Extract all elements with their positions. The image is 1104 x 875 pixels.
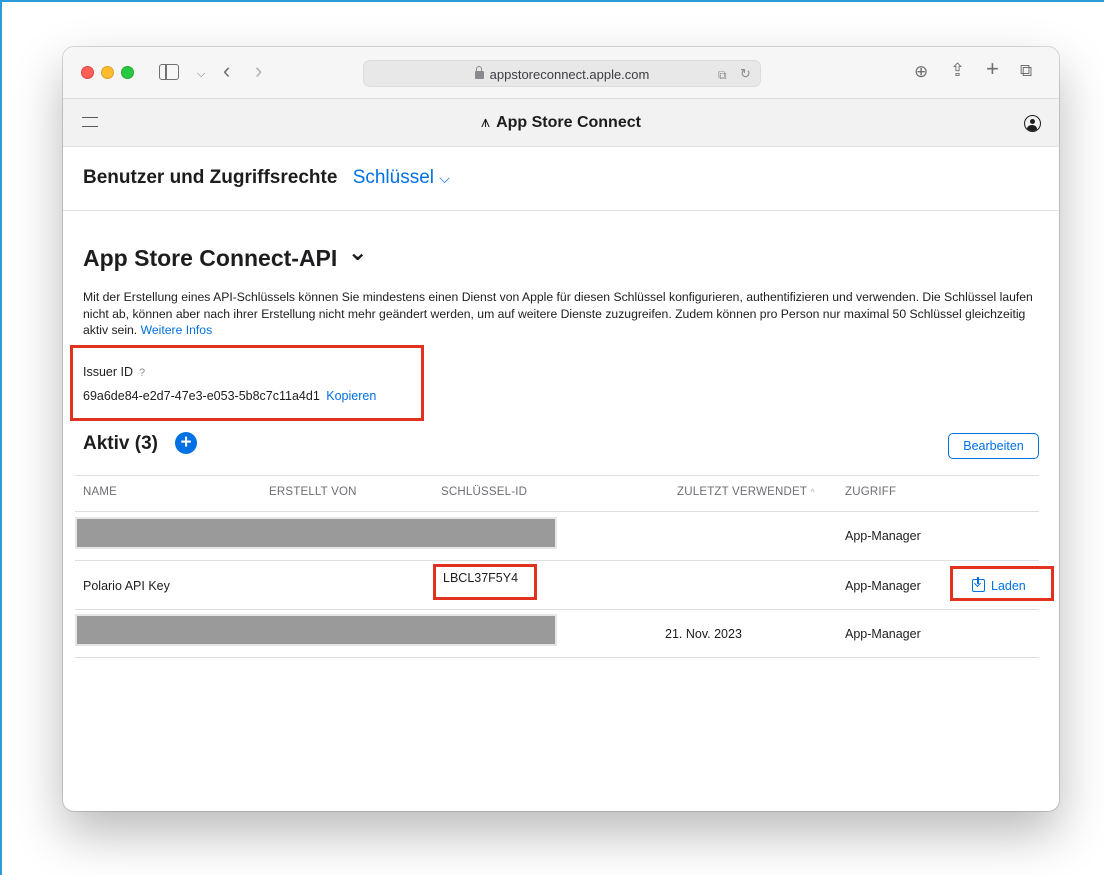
section-title-text: App Store Connect-API [83,245,338,271]
column-header-created-by[interactable]: ERSTELLT VON [269,486,357,498]
tabs-overview-icon[interactable]: ⧉ [1020,62,1032,80]
download-icon [972,577,985,592]
url-text: appstoreconnect.apple.com [489,67,650,82]
edit-button[interactable]: Bearbeiten [948,433,1039,459]
share-icon[interactable]: ⇪ [950,61,965,79]
breadcrumb-keys-dropdown[interactable]: Schlüssel ⌵ [353,167,450,188]
last-used-header-text: ZULETZT VERWENDET [677,486,807,498]
column-header-access[interactable]: ZUGRIFF [845,486,896,498]
zoom-window-button[interactable] [121,66,134,79]
add-key-button[interactable]: + [175,432,197,454]
learn-more-link[interactable]: Weitere Infos [141,323,213,337]
app-title-text: App Store Connect [496,114,641,131]
section-description: Mit der Erstellung eines API-Schlüssels … [83,289,1033,339]
browser-toolbar: ⌵ ‹ › appstoreconnect.apple.com ⧉ ↻ ⊕ ⇪ … [63,47,1059,99]
divider [63,210,1059,211]
plus-icon: + [180,432,192,453]
minimize-window-button[interactable] [101,66,114,79]
reload-icon[interactable]: ↻ [740,65,751,83]
row-divider [75,560,1039,561]
account-icon[interactable] [1024,115,1041,132]
chevron-down-icon: ⌄ [347,239,368,266]
lock-icon [474,66,484,79]
new-tab-icon[interactable]: + [986,58,999,80]
column-header-last-used[interactable]: ZULETZT VERWENDET ^ [677,486,815,498]
row-2-name[interactable]: Polario API Key [83,579,170,593]
table-bottom-divider [75,657,1039,658]
frame-border-left [0,0,2,875]
help-icon[interactable]: ? [139,367,145,379]
section-title[interactable]: App Store Connect-API ⌄ [83,239,368,273]
row-3-access: App-Manager [845,627,921,641]
column-header-key-id[interactable]: SCHLÜSSEL-ID [441,486,527,498]
issuer-id-text: 69a6de84-e2d7-47e3-e053-5b8c7c11a4d1 [83,389,320,403]
browser-window: ⌵ ‹ › appstoreconnect.apple.com ⧉ ↻ ⊕ ⇪ … [63,47,1059,811]
redacted-row-content [77,519,555,547]
active-keys-title: Aktiv (3) [83,433,158,454]
row-2-key-id: LBCL37F5Y4 [443,571,519,585]
description-text: Mit der Erstellung eines API-Schlüssels … [83,290,1033,337]
chevron-down-icon[interactable]: ⌵ [197,65,205,83]
chevron-down-icon: ⌵ [439,170,450,186]
issuer-id-value: 69a6de84-e2d7-47e3-e053-5b8c7c11a4d1 Kop… [83,389,376,403]
breadcrumb-users-access[interactable]: Benutzer und Zugriffsrechte [83,167,337,188]
row-2-access: App-Manager [845,579,921,593]
breadcrumb-keys-label: Schlüssel [352,167,435,188]
download-key-button[interactable]: Laden [972,577,1026,593]
column-header-name[interactable]: NAME [83,486,117,498]
close-window-button[interactable] [81,66,94,79]
row-3-last-used: 21. Nov. 2023 [665,627,742,641]
row-divider [75,609,1039,610]
copy-issuer-id-link[interactable]: Kopieren [326,389,376,403]
app-header: ⩚ App Store Connect [63,99,1059,147]
issuer-id-label-text: Issuer ID [83,365,134,379]
app-title[interactable]: ⩚ App Store Connect [63,114,1059,132]
row-1-access: App-Manager [845,529,921,543]
translate-icon[interactable]: ⧉ [718,66,727,84]
address-bar[interactable]: appstoreconnect.apple.com ⧉ ↻ [363,60,761,87]
app-store-logo-icon: ⩚ [481,114,491,131]
sidebar-icon[interactable] [159,64,179,80]
redacted-row-content [77,616,555,644]
url-field[interactable]: appstoreconnect.apple.com [364,66,760,82]
back-icon[interactable]: ‹ [223,60,230,82]
breadcrumb: Benutzer und Zugriffsrechte Schlüssel ⌵ [83,167,450,189]
download-label: Laden [991,579,1026,593]
table-top-divider [75,475,1039,476]
frame-border-top [0,0,1104,2]
issuer-id-label: Issuer ID? [83,365,145,379]
download-icon[interactable]: ⊕ [914,63,928,81]
header-divider [75,511,1039,512]
sort-ascending-icon: ^ [810,487,815,497]
issuer-highlight-box [70,345,424,421]
forward-icon[interactable]: › [255,60,262,82]
